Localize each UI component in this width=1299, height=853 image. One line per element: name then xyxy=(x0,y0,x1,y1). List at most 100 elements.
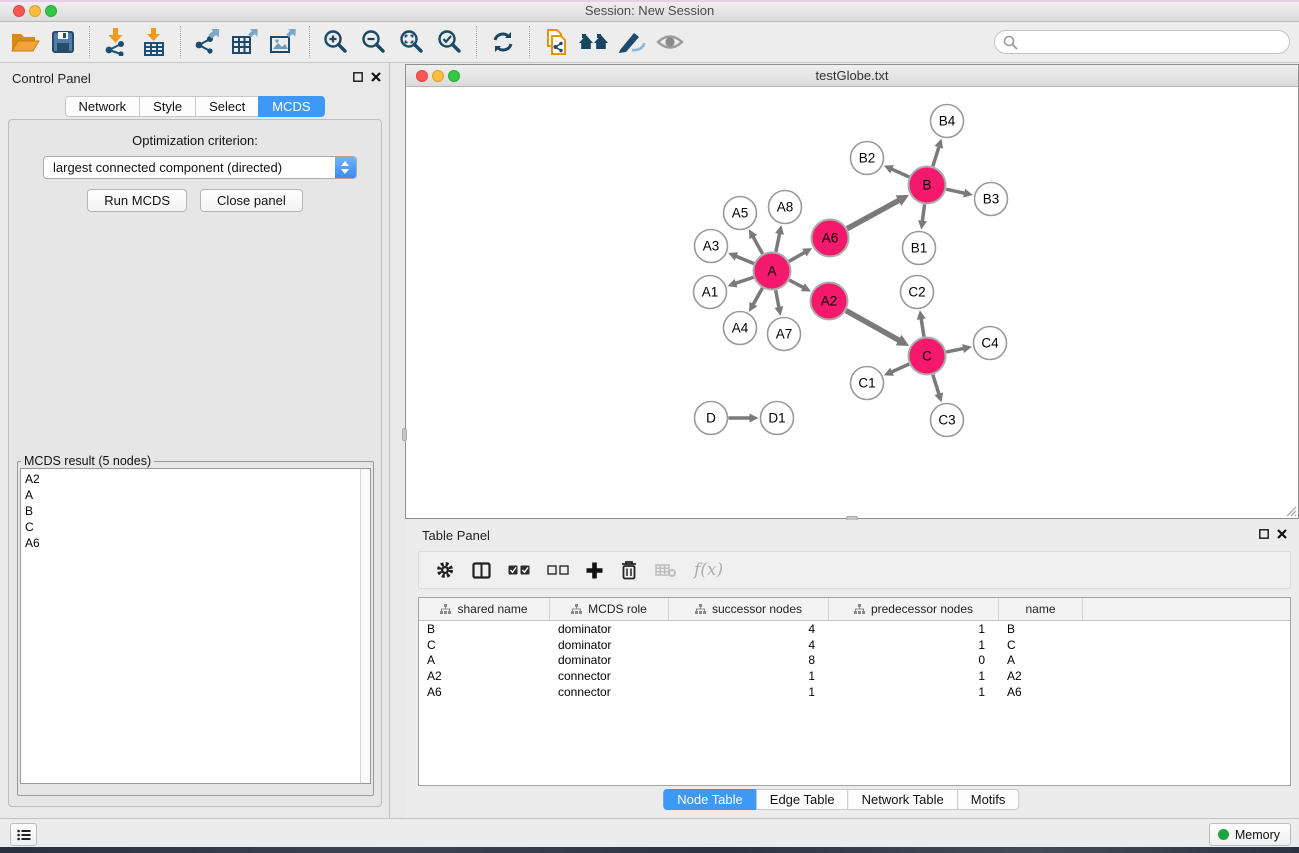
table-cell-shared-name[interactable]: A6 xyxy=(419,685,550,699)
table-cell-shared-name[interactable]: C xyxy=(419,638,550,652)
hide-graphics-button[interactable] xyxy=(613,24,651,60)
graph-node-D1[interactable]: D1 xyxy=(761,402,794,435)
table-cell-MCDS-role[interactable]: connector xyxy=(550,685,669,699)
table-row[interactable]: Adominator80A xyxy=(419,653,1290,669)
table-options-gear-button[interactable] xyxy=(435,555,455,585)
table-cell-name[interactable]: B xyxy=(999,622,1083,636)
tab-mcds[interactable]: MCDS xyxy=(258,96,324,117)
tab-motifs[interactable]: Motifs xyxy=(957,789,1020,810)
network-canvas[interactable]: A A1 A2 A3 A4 A5 A6 A7 A8 B B1 B2 B3 B4 C C1 C2 C3 C4 D D1 xyxy=(406,88,1298,518)
close-panel-icon[interactable] xyxy=(1277,529,1287,539)
search-input[interactable] xyxy=(994,30,1290,54)
close-panel-button[interactable]: Close panel xyxy=(200,189,303,212)
tab-select[interactable]: Select xyxy=(195,96,259,117)
table-cell-MCDS-role[interactable]: dominator xyxy=(550,653,669,667)
add-column-button[interactable] xyxy=(586,555,603,585)
table-cell-predecessor-nodes[interactable]: 1 xyxy=(829,669,999,683)
table-cell-successor-nodes[interactable]: 4 xyxy=(669,622,829,636)
optimization-criterion-select[interactable]: largest connected component (directed) xyxy=(43,156,357,179)
graph-node-B2[interactable]: B2 xyxy=(851,142,884,175)
vertical-scrollbar-thumb[interactable] xyxy=(402,428,407,441)
memory-button[interactable]: Memory xyxy=(1209,823,1291,846)
graph-node-B1[interactable]: B1 xyxy=(903,232,936,265)
table-cell-successor-nodes[interactable]: 4 xyxy=(669,638,829,652)
table-cell-predecessor-nodes[interactable]: 1 xyxy=(829,685,999,699)
float-panel-icon[interactable] xyxy=(1259,529,1269,539)
close-panel-icon[interactable] xyxy=(371,72,381,82)
tab-network-table[interactable]: Network Table xyxy=(848,789,958,810)
zoom-fit-button[interactable] xyxy=(393,24,431,60)
tab-style[interactable]: Style xyxy=(139,96,196,117)
zoom-in-button[interactable] xyxy=(317,24,355,60)
select-all-button[interactable] xyxy=(508,555,530,585)
open-session-button[interactable] xyxy=(6,24,44,60)
table-cell-name[interactable]: A6 xyxy=(999,685,1083,699)
graph-node-B3[interactable]: B3 xyxy=(975,183,1008,216)
table-row[interactable]: Cdominator41C xyxy=(419,637,1290,653)
show-graphics-button[interactable] xyxy=(651,24,689,60)
tab-edge-table[interactable]: Edge Table xyxy=(756,789,849,810)
export-network-button[interactable] xyxy=(188,24,226,60)
table-cell-MCDS-role[interactable]: dominator xyxy=(550,638,669,652)
table-cell-successor-nodes[interactable]: 1 xyxy=(669,685,829,699)
table-cell-shared-name[interactable]: B xyxy=(419,622,550,636)
table-cell-MCDS-role[interactable]: connector xyxy=(550,669,669,683)
graph-node-A1[interactable]: A1 xyxy=(694,276,727,309)
graph-node-A7[interactable]: A7 xyxy=(768,318,801,351)
graph-node-C2[interactable]: C2 xyxy=(901,276,934,309)
table-cell-shared-name[interactable]: A2 xyxy=(419,669,550,683)
tab-network[interactable]: Network xyxy=(64,96,140,117)
table-cell-predecessor-nodes[interactable]: 0 xyxy=(829,653,999,667)
graph-node-C4[interactable]: C4 xyxy=(974,327,1007,360)
zoom-out-button[interactable] xyxy=(355,24,393,60)
export-table-button[interactable] xyxy=(226,24,264,60)
import-network-button[interactable] xyxy=(97,24,135,60)
table-cell-successor-nodes[interactable]: 1 xyxy=(669,669,829,683)
import-table-button[interactable] xyxy=(135,24,173,60)
run-mcds-button[interactable]: Run MCDS xyxy=(87,189,187,212)
graph-node-B4[interactable]: B4 xyxy=(931,105,964,138)
graph-node-A8[interactable]: A8 xyxy=(769,191,802,224)
table-cell-name[interactable]: A xyxy=(999,653,1083,667)
graph-node-A5[interactable]: A5 xyxy=(724,197,757,230)
graph-node-D[interactable]: D xyxy=(695,402,728,435)
table-cell-name[interactable]: C xyxy=(999,638,1083,652)
graph-node-C1[interactable]: C1 xyxy=(851,367,884,400)
graph-node-A3[interactable]: A3 xyxy=(695,230,728,263)
graph-node-B[interactable]: B xyxy=(909,167,946,204)
float-panel-icon[interactable] xyxy=(353,72,363,82)
graph-node-A6[interactable]: A6 xyxy=(812,220,849,257)
home-button[interactable] xyxy=(575,24,613,60)
refresh-button[interactable] xyxy=(484,24,522,60)
graph-node-C[interactable]: C xyxy=(909,338,946,375)
delete-column-button[interactable] xyxy=(620,555,638,585)
graph-node-A4[interactable]: A4 xyxy=(724,312,757,345)
export-image-button[interactable] xyxy=(264,24,302,60)
column-header-MCDS-role[interactable]: MCDS role xyxy=(550,598,669,620)
save-session-button[interactable] xyxy=(44,24,82,60)
table-cell-shared-name[interactable]: A xyxy=(419,653,550,667)
duplicate-network-button[interactable] xyxy=(537,24,575,60)
table-cell-successor-nodes[interactable]: 8 xyxy=(669,653,829,667)
table-cell-name[interactable]: A2 xyxy=(999,669,1083,683)
table-row[interactable]: A6connector11A6 xyxy=(419,684,1290,700)
column-header-shared-name[interactable]: shared name xyxy=(419,598,550,620)
column-header-name[interactable]: name xyxy=(999,598,1083,620)
deselect-all-button[interactable] xyxy=(547,555,569,585)
table-cell-predecessor-nodes[interactable]: 1 xyxy=(829,622,999,636)
mcds-list-scrollbar[interactable] xyxy=(360,469,370,783)
table-row[interactable]: A2connector11A2 xyxy=(419,668,1290,684)
table-cell-predecessor-nodes[interactable]: 1 xyxy=(829,638,999,652)
table-cell-MCDS-role[interactable]: dominator xyxy=(550,622,669,636)
zoom-selected-button[interactable] xyxy=(431,24,469,60)
task-history-button[interactable] xyxy=(10,823,37,846)
table-row[interactable]: Bdominator41B xyxy=(419,621,1290,637)
column-header-successor-nodes[interactable]: successor nodes xyxy=(669,598,829,620)
graph-node-C3[interactable]: C3 xyxy=(931,404,964,437)
column-header-predecessor-nodes[interactable]: predecessor nodes xyxy=(829,598,999,620)
graph-node-A2[interactable]: A2 xyxy=(811,283,848,320)
show-columns-button[interactable] xyxy=(472,555,491,585)
window-resize-grip[interactable] xyxy=(1285,505,1297,517)
tab-node-table[interactable]: Node Table xyxy=(663,789,757,810)
graph-node-A[interactable]: A xyxy=(754,253,791,290)
